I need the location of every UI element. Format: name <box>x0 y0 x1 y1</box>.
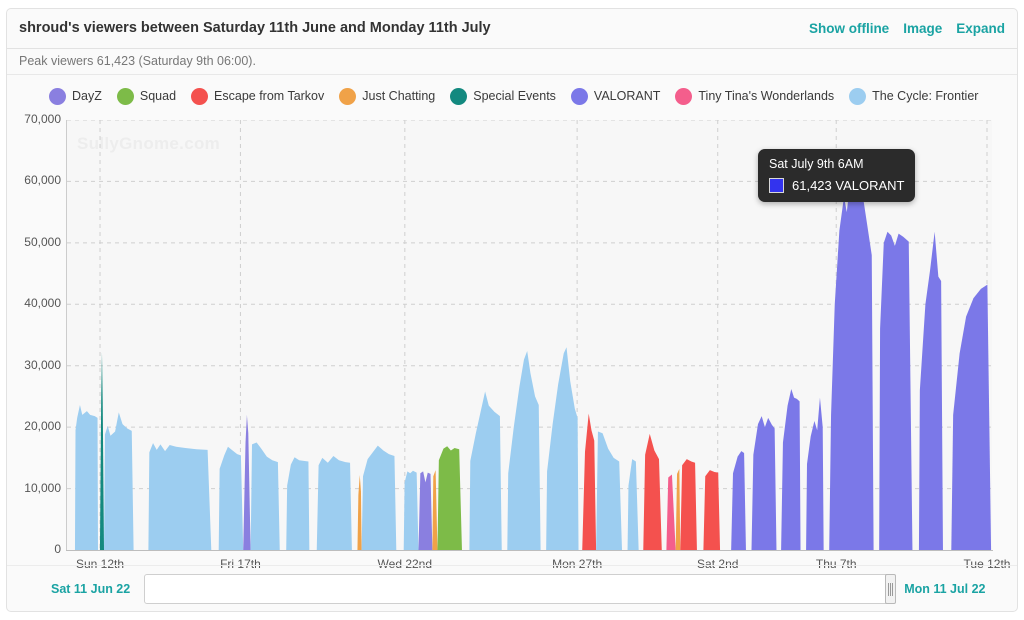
legend-color-dot <box>849 87 867 105</box>
range-handle-right[interactable] <box>885 573 897 604</box>
range-track[interactable] <box>144 573 897 604</box>
viewers-chart-page: shroud's viewers between Saturday 11th J… <box>0 0 1024 620</box>
area-segment <box>218 446 244 550</box>
range-start-label: Sat 11 Jun 22 <box>51 581 131 596</box>
legend-item-label: The Cycle: Frontier <box>872 89 979 103</box>
legend-color-dot <box>116 87 134 105</box>
legend-item-squad[interactable]: Squad <box>116 87 177 105</box>
area-segment <box>627 459 639 550</box>
chart-header: shroud's viewers between Saturday 11th J… <box>7 9 1017 49</box>
area-segment <box>596 431 622 550</box>
image-link[interactable]: Image <box>903 21 942 36</box>
legend-color-dot <box>450 87 468 105</box>
legend-item-just-chatting[interactable]: Just Chatting <box>339 87 436 105</box>
subtitle-bar: Peak viewers 61,423 (Saturday 9th 06:00)… <box>7 49 1017 75</box>
legend-item-label: DayZ <box>72 89 102 103</box>
area-segment <box>437 446 462 550</box>
area-segment <box>951 284 992 550</box>
area-segment <box>104 412 134 550</box>
y-tick-label: 0 <box>54 542 61 556</box>
y-tick-label: 60,000 <box>24 173 61 188</box>
y-tick-label: 50,000 <box>24 234 61 249</box>
area-segment <box>99 352 104 550</box>
area-segment <box>507 350 541 550</box>
area-segment <box>432 470 438 550</box>
area-segment <box>148 443 212 550</box>
peak-viewers-text: Peak viewers 61,423 (Saturday 9th 06:00)… <box>19 54 256 68</box>
legend-color-dot <box>339 87 357 105</box>
area-segment <box>806 397 824 550</box>
area-segment <box>74 405 98 550</box>
y-tick-label: 30,000 <box>24 357 61 372</box>
area-segment <box>403 470 419 550</box>
legend-item-valorant[interactable]: VALORANT <box>570 87 661 105</box>
expand-link[interactable]: Expand <box>956 21 1005 36</box>
legend-color-dot <box>570 87 588 105</box>
legend-item-label: Special Events <box>473 89 556 103</box>
tooltip-value: 61,423 VALORANT <box>792 178 905 193</box>
tooltip-row: 61,423 VALORANT <box>769 178 904 193</box>
area-segment <box>829 172 874 550</box>
tooltip-title: Sat July 9th 6AM <box>769 157 864 171</box>
area-segment <box>361 445 397 550</box>
legend-color-dot <box>191 87 209 105</box>
legend-item-tiny-tina-s-wonderlands[interactable]: Tiny Tina's Wonderlands <box>675 87 835 105</box>
y-tick-label: 20,000 <box>24 419 61 434</box>
chart-tooltip: Sat July 9th 6AM 61,423 VALORANT <box>758 149 916 202</box>
area-segment <box>879 231 913 550</box>
area-segment <box>666 474 676 550</box>
date-range-slider[interactable]: Sat 11 Jun 22 Mon 11 Jul 22 <box>7 565 1017 611</box>
area-segment <box>469 391 502 550</box>
legend-item-label: Just Chatting <box>362 89 436 103</box>
tooltip-color-swatch <box>769 178 784 193</box>
area-segment <box>703 470 721 550</box>
legend-color-dot <box>49 87 66 105</box>
y-axis-ticks: 0 10,000 20,000 30,000 40,000 50,000 60,000 70,… <box>7 112 61 556</box>
y-tick-label: 10,000 <box>24 480 61 495</box>
area-segment <box>243 414 251 550</box>
area-segment <box>582 413 597 550</box>
legend-item-special-events[interactable]: Special Events <box>450 87 556 105</box>
y-tick-label: 40,000 <box>24 296 61 311</box>
legend-item-label: Tiny Tina's Wonderlands <box>698 89 835 103</box>
area-segment <box>675 468 681 550</box>
y-tick-label: 70,000 <box>24 112 61 126</box>
legend-item-label: Squad <box>139 89 177 103</box>
legend-item-dayz[interactable]: DayZ <box>49 87 102 105</box>
area-segment <box>357 475 362 550</box>
area-segment <box>316 456 352 550</box>
legend-color-dot <box>675 87 693 105</box>
area-segment <box>751 416 777 550</box>
area-segment <box>643 433 662 550</box>
legend-item-the-cycle-frontier[interactable]: The Cycle: Frontier <box>849 87 979 105</box>
chart-panel: shroud's viewers between Saturday 11th J… <box>6 8 1018 612</box>
show-offline-link[interactable]: Show offline <box>809 21 889 36</box>
area-segment <box>546 347 579 550</box>
legend-item-label: VALORANT <box>593 89 661 103</box>
x-axis-line <box>66 550 993 551</box>
area-segment <box>286 457 310 550</box>
area-segment <box>680 459 697 550</box>
header-links: Show offline Image Expand <box>809 21 1005 36</box>
legend-item-label: Escape from Tarkov <box>214 89 325 103</box>
chart-legend: DayZ Squad Escape from Tarkov Just Chatting… <box>7 79 1017 113</box>
area-segment <box>731 451 746 550</box>
range-end-label: Mon 11 Jul 22 <box>904 581 986 596</box>
area-segment <box>418 471 433 550</box>
legend-item-escape-from-tarkov[interactable]: Escape from Tarkov <box>191 87 325 105</box>
area-segment <box>918 231 943 550</box>
area-segment <box>250 442 280 550</box>
area-segment <box>781 389 801 550</box>
page-title: shroud's viewers between Saturday 11th J… <box>19 20 491 36</box>
